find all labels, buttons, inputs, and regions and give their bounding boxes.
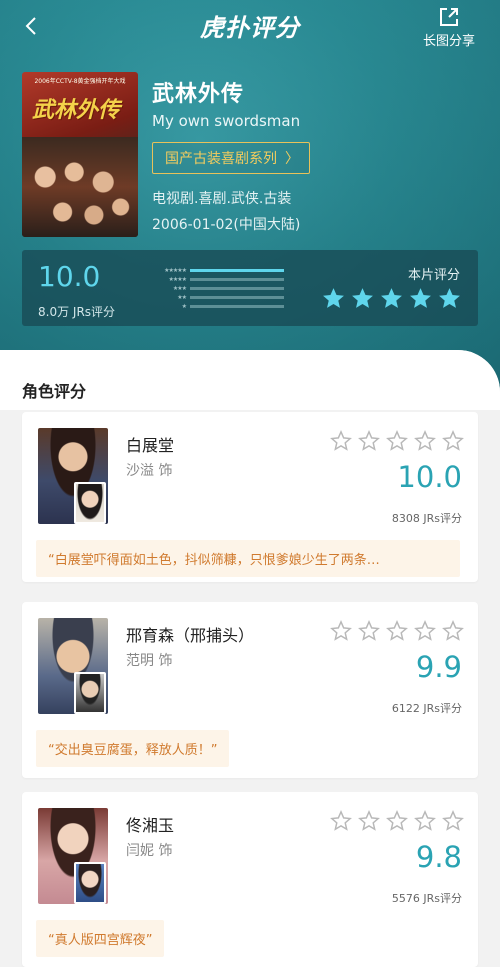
star-icon[interactable] bbox=[386, 620, 408, 642]
star-icon[interactable] bbox=[414, 620, 436, 642]
actor-portrait bbox=[74, 672, 106, 714]
role-quote: “真人版四宫辉夜” bbox=[36, 920, 165, 957]
distribution-fill bbox=[190, 268, 284, 272]
star-icon[interactable] bbox=[414, 430, 436, 452]
series-button[interactable]: 国产古装喜剧系列〉 bbox=[152, 142, 310, 174]
show-release-date: 2006-01-02(中国大陆) bbox=[152, 217, 301, 233]
star-icon[interactable] bbox=[330, 430, 352, 452]
show-poster[interactable]: 2006年CCTV-8黄金强档开年大戏 武林外传 bbox=[22, 72, 138, 237]
distribution-row: ★★★★ bbox=[150, 275, 290, 283]
actor-name: 闫妮 饰 bbox=[126, 843, 173, 859]
distribution-stars: ★ bbox=[181, 302, 187, 310]
overall-rating-count: 8.0万 JRs评分 bbox=[38, 305, 116, 319]
top-bar: 虎扑评分 长图分享 bbox=[0, 0, 500, 56]
star-icon[interactable] bbox=[386, 430, 408, 452]
rate-stars[interactable] bbox=[330, 620, 464, 642]
role-card[interactable]: 佟湘玉 闫妮 饰 9.8 5576 JRs评分 “真人版四宫辉夜” bbox=[22, 792, 478, 967]
actor-portrait bbox=[74, 862, 106, 904]
star-icon[interactable] bbox=[414, 810, 436, 832]
star-icon[interactable] bbox=[408, 286, 433, 311]
star-icon[interactable] bbox=[330, 810, 352, 832]
star-icon[interactable] bbox=[442, 430, 464, 452]
distribution-stars: ★★★★ bbox=[168, 275, 187, 283]
star-icon[interactable] bbox=[350, 286, 375, 311]
rating-distribution: ★★★★★ ★★★★ ★★★ ★★ ★ bbox=[150, 266, 290, 311]
rate-stars[interactable] bbox=[330, 810, 464, 832]
chevron-right-icon: 〉 bbox=[285, 151, 299, 167]
role-name: 邢育森（邢捕头） bbox=[126, 626, 255, 645]
distribution-row: ★★★★★ bbox=[150, 266, 290, 274]
distribution-row: ★★★ bbox=[150, 284, 290, 292]
star-icon[interactable] bbox=[358, 430, 380, 452]
role-ratings-panel: 角色评分 白展堂 沙溢 饰 10.0 8308 JRs评分 “白展堂吓得面如土色… bbox=[0, 350, 500, 967]
my-rating-label: 本片评分 bbox=[407, 268, 460, 283]
star-icon[interactable] bbox=[379, 286, 404, 311]
role-score: 9.8 bbox=[415, 840, 462, 874]
show-info: 武林外传 My own swordsman 国产古装喜剧系列〉 电视剧.喜剧.武… bbox=[152, 76, 310, 234]
show-title: 武林外传 bbox=[152, 82, 245, 107]
distribution-row: ★ bbox=[150, 302, 290, 310]
star-icon[interactable] bbox=[386, 810, 408, 832]
star-icon[interactable] bbox=[358, 810, 380, 832]
overall-score: 10.0 bbox=[38, 260, 101, 293]
distribution-stars: ★★★ bbox=[172, 284, 187, 292]
role-name: 白展堂 bbox=[126, 436, 175, 455]
distribution-stars: ★★ bbox=[177, 293, 187, 301]
actor-name: 沙溢 饰 bbox=[126, 463, 173, 479]
role-card[interactable]: 邢育森（邢捕头） 范明 饰 9.9 6122 JRs评分 “交出臭豆腐蛋，释放人… bbox=[22, 602, 478, 778]
share-button[interactable]: 长图分享 bbox=[416, 6, 482, 49]
share-label: 长图分享 bbox=[422, 34, 475, 49]
star-icon[interactable] bbox=[330, 620, 352, 642]
show-title-english: My own swordsman bbox=[152, 112, 301, 130]
distribution-row: ★★ bbox=[150, 293, 290, 301]
role-score: 9.9 bbox=[415, 650, 462, 684]
role-score: 10.0 bbox=[397, 460, 462, 494]
my-rating-stars[interactable] bbox=[321, 286, 462, 311]
poster-artwork bbox=[22, 137, 138, 237]
role-rating-count: 5576 JRs评分 bbox=[391, 892, 462, 905]
star-icon[interactable] bbox=[321, 286, 346, 311]
role-rating-count: 6122 JRs评分 bbox=[391, 702, 462, 715]
role-quote: “白展堂吓得面如土色，抖似筛糠，只恨爹娘少生了两条… bbox=[36, 540, 460, 577]
series-button-label: 国产古装喜剧系列 bbox=[165, 151, 277, 167]
role-card[interactable]: 白展堂 沙溢 饰 10.0 8308 JRs评分 “白展堂吓得面如土色，抖似筛糠… bbox=[22, 412, 478, 582]
actor-name: 范明 饰 bbox=[126, 653, 173, 669]
rating-summary: 10.0 8.0万 JRs评分 ★★★★★ ★★★★ ★★★ ★★ ★ 本片评分 bbox=[22, 250, 478, 326]
rate-stars[interactable] bbox=[330, 430, 464, 452]
role-quote: “交出臭豆腐蛋，释放人质！” bbox=[36, 730, 230, 767]
star-icon[interactable] bbox=[358, 620, 380, 642]
role-name: 佟湘玉 bbox=[126, 816, 175, 835]
actor-portrait bbox=[74, 482, 106, 524]
poster-title: 武林外传 bbox=[32, 98, 121, 123]
star-icon[interactable] bbox=[442, 620, 464, 642]
section-title: 角色评分 bbox=[22, 382, 87, 401]
role-rating-count: 8308 JRs评分 bbox=[391, 512, 462, 525]
share-icon bbox=[440, 8, 458, 26]
show-genres: 电视剧.喜剧.武侠.古装 bbox=[152, 191, 292, 207]
distribution-stars: ★★★★★ bbox=[164, 266, 187, 274]
poster-banner: 2006年CCTV-8黄金强档开年大戏 bbox=[34, 78, 126, 85]
star-icon[interactable] bbox=[442, 810, 464, 832]
star-icon[interactable] bbox=[437, 286, 462, 311]
